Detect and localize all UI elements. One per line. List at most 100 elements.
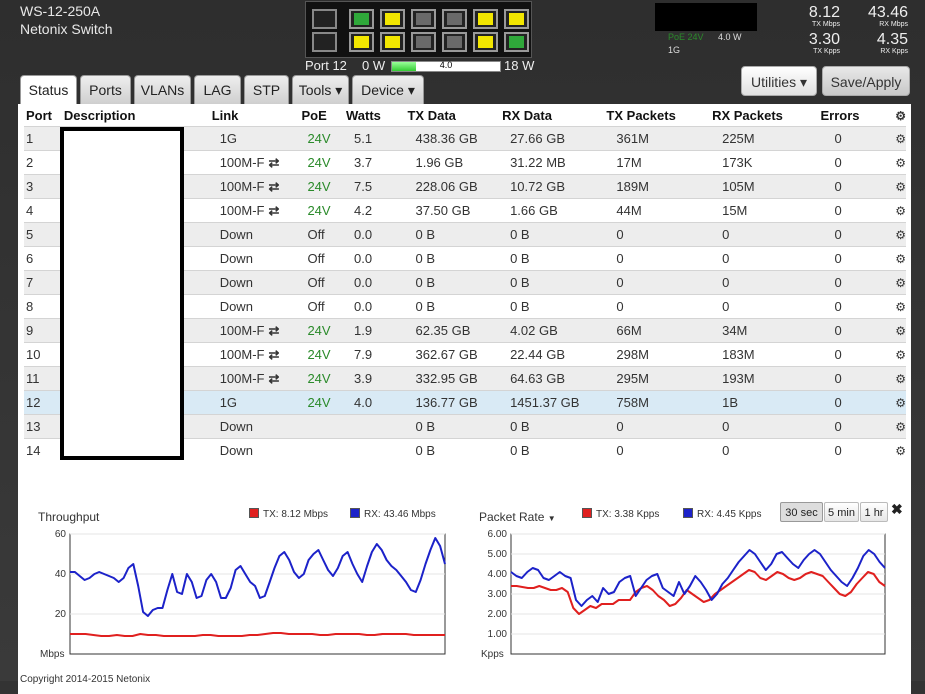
gear-icon[interactable]: ⚙ xyxy=(895,300,906,314)
port-led-6[interactable] xyxy=(380,32,405,52)
tab-lag[interactable]: LAG xyxy=(194,75,241,104)
port-led-11[interactable] xyxy=(473,9,498,29)
port-led-3[interactable] xyxy=(349,9,374,29)
gear-icon[interactable]: ⚙ xyxy=(895,372,906,386)
port-led-indicator xyxy=(509,36,524,48)
settings-cell: ⚙ xyxy=(895,294,906,319)
port-led-4[interactable] xyxy=(349,32,374,52)
app-window: WS-12-250A Netonix Switch Port 12 0 W 4.… xyxy=(0,0,925,694)
header-port[interactable]: Port xyxy=(24,105,64,127)
gear-icon[interactable]: ⚙ xyxy=(895,324,906,338)
rx-data-cell: 22.44 GB xyxy=(502,342,607,367)
port-led-13[interactable] xyxy=(504,9,529,29)
watts-cell: 0.0 xyxy=(346,294,408,319)
errors-cell: 0 xyxy=(820,126,896,151)
range-1hr-button[interactable]: 1 hr xyxy=(860,502,888,522)
close-icon[interactable]: ✖ xyxy=(891,501,903,518)
poe-cell: Off xyxy=(301,222,346,247)
settings-cell: ⚙ xyxy=(895,222,906,247)
packet-rate-chart-title[interactable]: Packet Rate ▼ xyxy=(479,510,556,524)
gear-icon[interactable]: ⚙ xyxy=(895,204,906,218)
tab-ports[interactable]: Ports xyxy=(80,75,131,104)
port-led-indicator xyxy=(447,13,462,25)
settings-cell: ⚙ xyxy=(895,366,906,391)
rx-data-cell: 4.02 GB xyxy=(502,318,607,343)
port-led-14[interactable] xyxy=(504,32,529,52)
header-description[interactable]: Description xyxy=(64,105,212,127)
tab-status[interactable]: Status xyxy=(20,75,77,105)
port-cell: 10 xyxy=(24,342,64,367)
errors-cell: 0 xyxy=(820,198,896,223)
rx-data-cell: 64.63 GB xyxy=(502,366,607,391)
port-led-7[interactable] xyxy=(411,9,436,29)
watts-cell xyxy=(346,438,408,462)
selected-port-label: Port 12 xyxy=(305,58,347,73)
port-led-10[interactable] xyxy=(442,32,467,52)
power-min-label: 0 W xyxy=(362,58,386,73)
watts-cell: 4.2 xyxy=(346,198,408,223)
tab-tools[interactable]: Tools ▾ xyxy=(292,75,349,104)
header-poe[interactable]: PoE xyxy=(301,105,346,127)
gear-icon[interactable]: ⚙ xyxy=(895,180,906,194)
tx-swatch xyxy=(249,508,259,518)
gear-icon[interactable]: ⚙ xyxy=(895,444,906,458)
port-led-8[interactable] xyxy=(411,32,436,52)
range-5min-button[interactable]: 5 min xyxy=(824,502,859,522)
y-tick-label: 3.00 xyxy=(488,589,508,600)
packet-legend-rx-text: RX: 4.45 Kpps xyxy=(697,509,762,520)
header-tx-data[interactable]: TX Data xyxy=(407,105,502,127)
duplex-arrows-icon: ⇄ xyxy=(268,178,280,194)
header-watts[interactable]: Watts xyxy=(346,105,407,127)
poe-cell: 24V xyxy=(301,198,346,223)
link-cell: Down xyxy=(211,270,302,295)
gear-icon[interactable]: ⚙ xyxy=(895,348,906,362)
rx-packets-cell: 1B xyxy=(712,390,821,415)
port-led-2[interactable] xyxy=(312,32,337,52)
header-errors[interactable]: Errors xyxy=(821,105,896,127)
gear-icon[interactable]: ⚙ xyxy=(895,132,906,146)
port-led-1[interactable] xyxy=(312,9,337,29)
gear-icon[interactable]: ⚙ xyxy=(895,420,906,434)
tx-packets-cell: 0 xyxy=(606,246,713,271)
gear-icon[interactable]: ⚙ xyxy=(895,396,906,410)
port-led-indicator xyxy=(478,13,493,25)
header-rx-packets[interactable]: RX Packets xyxy=(712,105,820,127)
gear-icon[interactable]: ⚙ xyxy=(895,109,906,123)
tab-stp[interactable]: STP xyxy=(244,75,289,104)
link-cell: 100M-F ⇄ xyxy=(211,318,302,343)
tx-kpps-stat: 3.30 TX Kpps xyxy=(792,32,840,56)
port-cell: 12 xyxy=(24,390,64,415)
table-header-row: Port Description Link PoE Watts TX Data … xyxy=(24,105,906,127)
tx-packets-cell: 189M xyxy=(606,174,713,199)
packet-legend-rx: RX: 4.45 Kpps xyxy=(683,508,761,520)
port-led-indicator xyxy=(416,13,431,25)
poe-cell: Off xyxy=(301,270,346,295)
header-link[interactable]: Link xyxy=(212,105,302,127)
chevron-down-icon: ▼ xyxy=(547,514,556,523)
poe-cell: 24V xyxy=(301,126,346,151)
rx-swatch xyxy=(683,508,693,518)
gear-icon[interactable]: ⚙ xyxy=(895,156,906,170)
tab-device[interactable]: Device ▾ xyxy=(352,75,424,104)
tx-packets-cell: 44M xyxy=(606,198,713,223)
header-tx-packets[interactable]: TX Packets xyxy=(606,105,712,127)
gear-icon[interactable]: ⚙ xyxy=(895,252,906,266)
gear-icon[interactable]: ⚙ xyxy=(895,276,906,290)
utilities-dropdown-button[interactable]: Utilities ▾ xyxy=(741,66,817,96)
header-rx-data[interactable]: RX Data xyxy=(502,105,606,127)
save-apply-button[interactable]: Save/Apply xyxy=(822,66,910,96)
settings-cell: ⚙ xyxy=(895,198,906,223)
port-cell: 5 xyxy=(24,222,64,247)
link-speed: 100M-F xyxy=(219,154,265,170)
y-tick-label: 2.00 xyxy=(488,609,508,620)
range-30sec-button[interactable]: 30 sec xyxy=(780,502,823,522)
port-led-indicator xyxy=(385,13,400,25)
port-led-12[interactable] xyxy=(473,32,498,52)
duplex-arrows-icon: ⇄ xyxy=(268,154,280,170)
port-led-5[interactable] xyxy=(380,9,405,29)
gear-icon[interactable]: ⚙ xyxy=(895,228,906,242)
errors-cell: 0 xyxy=(820,174,896,199)
errors-cell: 0 xyxy=(820,294,896,319)
port-led-9[interactable] xyxy=(442,9,467,29)
tab-vlans[interactable]: VLANs xyxy=(134,75,191,104)
